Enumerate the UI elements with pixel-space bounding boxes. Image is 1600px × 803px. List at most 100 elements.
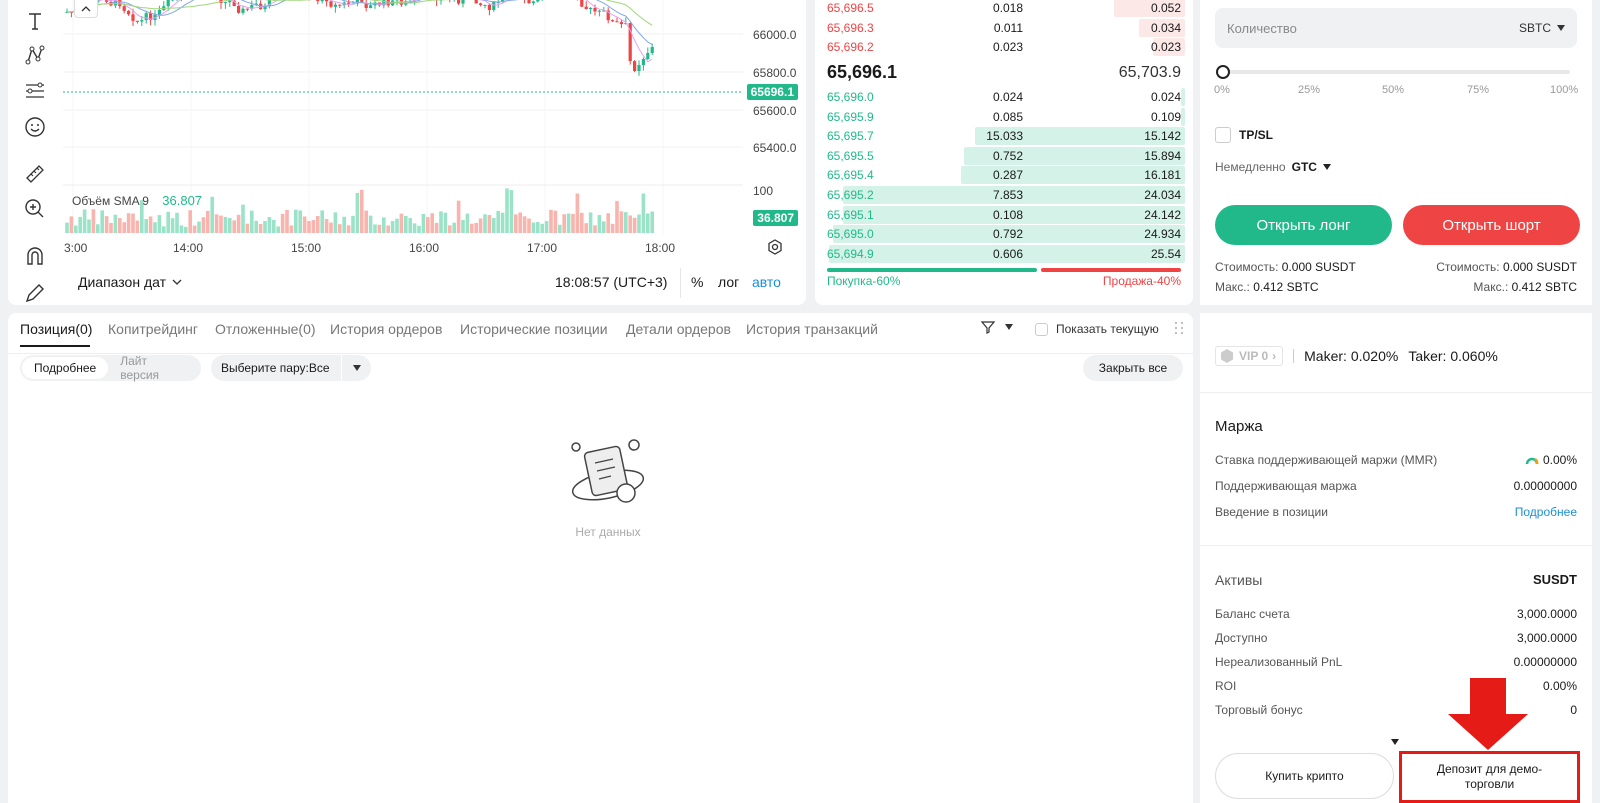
pattern-tool-icon[interactable]: [22, 42, 48, 68]
volume-bar: [395, 218, 399, 233]
zoom-tool-icon[interactable]: [22, 196, 48, 222]
chart-settings-icon[interactable]: [766, 238, 784, 261]
show-current-toggle[interactable]: Показать текущую: [1035, 322, 1159, 336]
vip-badge[interactable]: VIP 0 ›: [1215, 346, 1284, 366]
price-axis-label: 65800.0: [753, 66, 797, 80]
quantity-unit-select[interactable]: SBTC: [1519, 21, 1565, 35]
candle-body: [241, 8, 245, 13]
ask-row[interactable]: 65,696.3 0.011 0.034: [815, 18, 1193, 38]
orderbook-qty: 7.853: [992, 188, 1023, 202]
assets-currency: SUSDT: [1532, 572, 1577, 587]
asset-label: Нереализованный PnL: [1215, 655, 1343, 669]
expand-icon[interactable]: [1391, 732, 1399, 750]
bid-row[interactable]: 65,694.9 0.606 25.54: [815, 244, 1193, 264]
fib-tool-icon[interactable]: [22, 78, 48, 104]
volume-bar: [263, 221, 267, 233]
volume-bar: [241, 204, 245, 233]
volume-bar: [571, 213, 575, 233]
slider-handle[interactable]: [1216, 65, 1230, 79]
volume-bar: [597, 214, 602, 233]
volume-bar: [575, 193, 580, 233]
volume-bar: [113, 214, 118, 233]
pair-select[interactable]: Выберите пару:Все: [211, 355, 371, 381]
view-lite-button[interactable]: Лайт версия: [108, 350, 199, 386]
volume-bar: [470, 223, 474, 233]
volume-legend: Объём SMA 9 36.807: [72, 193, 202, 208]
orderbook-price: 65,696.0: [827, 90, 874, 104]
volume-bar: [412, 223, 417, 233]
volume-bar: [210, 196, 214, 233]
buy-sell-ratio-bar: [827, 268, 1181, 272]
tpsl-checkbox[interactable]: [1215, 127, 1231, 143]
volume-bar: [175, 212, 179, 233]
volume-bar: [487, 215, 492, 233]
tab-copytrading[interactable]: Копитрейдинг: [108, 321, 198, 337]
intro-link[interactable]: Подробнее: [1515, 505, 1577, 519]
bid-row[interactable]: 65,695.9 0.085 0.109: [815, 107, 1193, 127]
volume-bar: [483, 214, 487, 233]
volume-bar: [170, 218, 175, 233]
bid-row[interactable]: 65,695.7 15.033 15.142: [815, 126, 1193, 146]
volume-bar: [157, 215, 162, 233]
volume-bar: [505, 188, 509, 233]
bid-row[interactable]: 65,695.0 0.792 24.934: [815, 224, 1193, 244]
buy-crypto-button[interactable]: Купить крипто: [1215, 753, 1394, 799]
filter-button[interactable]: [981, 320, 1013, 334]
volume-bar: [364, 210, 368, 233]
bid-row[interactable]: 65,695.2 7.853 24.034: [815, 185, 1193, 205]
volume-bar: [188, 210, 192, 233]
volume-bar: [531, 222, 536, 233]
ask-row[interactable]: 65,696.5 0.018 0.052: [815, 0, 1193, 18]
volume-bar: [465, 213, 470, 233]
tab-order-history[interactable]: История ордеров: [330, 321, 442, 337]
ruler-tool-icon[interactable]: [22, 161, 48, 187]
mmr-label: Ставка поддерживающей маржи (MMR): [1215, 453, 1438, 467]
pair-select-label: Выберите пару:Все: [221, 361, 330, 375]
chart-panel: 66000.0 65800.0 65600.0 65400.0 65696.1 …: [8, 0, 806, 305]
quantity-input[interactable]: Количество SBTC: [1215, 8, 1577, 48]
emoji-tool-icon[interactable]: [22, 114, 48, 140]
tab-order-details[interactable]: Детали ордеров: [626, 321, 731, 337]
time-in-force-select[interactable]: Немедленно GTC: [1215, 160, 1331, 174]
candle-body: [122, 6, 126, 11]
volume-bar: [456, 200, 461, 233]
auto-scale-toggle[interactable]: авто: [752, 274, 781, 290]
slider-mark: 50%: [1382, 84, 1405, 96]
bid-row[interactable]: 65,695.5 0.752 15.894: [815, 146, 1193, 166]
asset-value: 3,000.0000: [1516, 607, 1577, 621]
collapse-icon[interactable]: [74, 0, 98, 18]
candle-body: [474, 0, 478, 4]
percent-scale-toggle[interactable]: %: [691, 274, 703, 290]
show-current-checkbox[interactable]: [1035, 322, 1048, 336]
drag-handle-icon[interactable]: [1174, 321, 1184, 340]
divider: [680, 268, 681, 298]
quantity-slider[interactable]: [1216, 65, 1570, 79]
close-all-button[interactable]: Закрыть все: [1083, 355, 1183, 381]
tpsl-toggle[interactable]: TP/SL: [1215, 127, 1273, 143]
open-short-button[interactable]: Открыть шорт: [1403, 205, 1580, 245]
tab-historical-positions[interactable]: Исторические позиции: [460, 321, 608, 337]
view-detailed-button[interactable]: Подробнее: [22, 357, 109, 379]
bid-row[interactable]: 65,695.1 0.108 24.142: [815, 205, 1193, 225]
volume-bar: [368, 215, 373, 233]
tab-transaction-history[interactable]: История транзакций: [746, 321, 878, 337]
date-range-button[interactable]: Диапазон дат: [78, 274, 182, 290]
volume-bar: [126, 213, 131, 233]
volume-bar: [316, 216, 320, 233]
demo-deposit-button[interactable]: Депозит для демо-торговли: [1399, 751, 1580, 803]
open-long-button[interactable]: Открыть лонг: [1215, 205, 1392, 245]
tab-positions[interactable]: Позиция(0): [20, 321, 92, 337]
magnet-tool-icon[interactable]: [22, 244, 48, 270]
ask-row[interactable]: 65,696.2 0.023 0.023: [815, 37, 1193, 57]
bid-row[interactable]: 65,696.0 0.024 0.024: [815, 87, 1193, 107]
asset-value: 3,000.0000: [1516, 631, 1577, 645]
log-scale-toggle[interactable]: лог: [718, 274, 739, 290]
tif-label: Немедленно: [1215, 160, 1286, 174]
tab-pending[interactable]: Отложенные(0): [215, 321, 316, 337]
volume-bar: [100, 210, 104, 233]
maint-margin-row: Поддерживающая маржа 0.00000000: [1215, 479, 1577, 493]
text-tool-icon[interactable]: [22, 8, 48, 34]
bid-row[interactable]: 65,695.4 0.287 16.181: [815, 165, 1193, 185]
candle-body: [135, 20, 139, 22]
show-current-label: Показать текущую: [1056, 322, 1159, 336]
